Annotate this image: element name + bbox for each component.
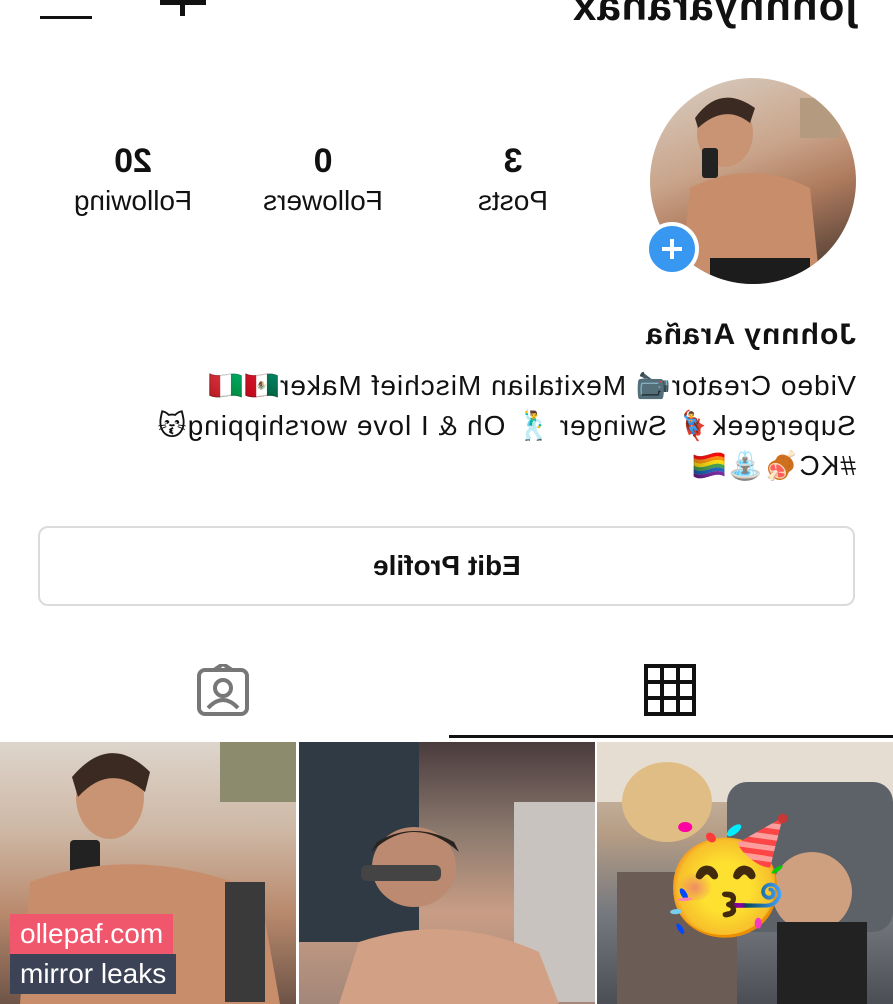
- posts-count: 3: [503, 142, 523, 180]
- following-count: 20: [114, 142, 152, 180]
- bio-line: Video Creator📹 Mexitalian Mischief Maker…: [207, 370, 856, 401]
- bio-line: Supergeek🦸‍♂️ Swinger 🕺 Oh & I love wors…: [156, 410, 856, 441]
- followers-count: 0: [313, 142, 333, 180]
- followers-label: Followers: [263, 185, 383, 216]
- plus-icon[interactable]: [160, 0, 206, 24]
- post-thumbnail[interactable]: 🥳: [597, 742, 893, 1004]
- stat-following[interactable]: 20 Following: [48, 142, 218, 217]
- watermark-site: ollepaf.com: [10, 914, 174, 954]
- post-thumbnail[interactable]: [299, 742, 595, 1004]
- edit-profile-button[interactable]: Edit Profile: [38, 526, 855, 606]
- profile-bio: Johnny Araña Video Creator📹 Mexitalian M…: [40, 318, 856, 486]
- posts-label: Posts: [477, 185, 549, 216]
- profile-username[interactable]: johnnyarañax: [572, 0, 857, 30]
- party-face-sticker: 🥳: [657, 815, 794, 938]
- hamburger-menu-icon[interactable]: [40, 0, 92, 22]
- display-name: Johnny Araña: [645, 318, 856, 351]
- watermark-tagline: mirror leaks: [10, 954, 177, 994]
- bio-line[interactable]: #KC🍖⛲🏳️‍🌈: [40, 446, 856, 486]
- stat-posts[interactable]: 3 Posts: [428, 142, 598, 217]
- post-photo: [299, 742, 595, 1004]
- following-label: Following: [73, 185, 193, 216]
- grid-icon: [644, 664, 696, 716]
- add-story-plus-icon[interactable]: [645, 222, 699, 276]
- tagged-person-icon: [197, 664, 249, 716]
- tab-grid[interactable]: [449, 650, 893, 738]
- profile-header: johnnyarañax: [0, 0, 893, 40]
- edit-profile-label: Edit Profile: [372, 550, 521, 581]
- tab-tagged[interactable]: [0, 650, 446, 738]
- stat-followers[interactable]: 0 Followers: [238, 142, 408, 217]
